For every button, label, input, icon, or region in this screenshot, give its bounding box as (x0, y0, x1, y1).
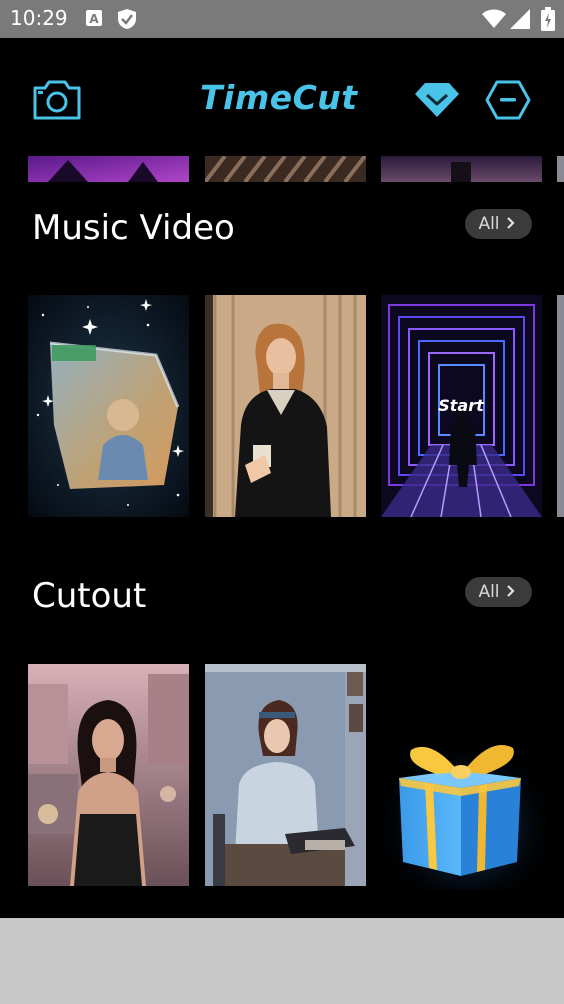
a-notification-icon: A (86, 10, 102, 30)
svg-text:A: A (89, 12, 99, 26)
wifi-icon (482, 9, 506, 33)
music-video-all-button[interactable]: All (465, 209, 532, 239)
previous-section-tile[interactable] (381, 156, 542, 182)
app-logo: TimeCut (200, 78, 358, 117)
cutout-all-button[interactable]: All (465, 577, 532, 607)
template-sparkle-photo-cube[interactable] (28, 295, 189, 517)
template-woman-city-street[interactable] (28, 664, 189, 886)
battery-icon (541, 7, 555, 35)
previous-section-tile[interactable] (28, 156, 189, 182)
tunnel-overlay-text: Start (438, 396, 485, 415)
chevron-right-icon (506, 215, 515, 234)
all-button-label: All (478, 582, 500, 602)
template-woman-black-coat[interactable] (205, 295, 366, 517)
section-title-music-video: Music Video (32, 208, 235, 248)
chevron-right-icon (506, 583, 515, 602)
template-neon-tunnel[interactable]: Start (381, 295, 542, 517)
settings-hexagon-icon[interactable] (485, 80, 531, 124)
template-woman-typewriter[interactable] (205, 664, 366, 886)
previous-section-tile[interactable] (203, 154, 367, 184)
diamond-icon[interactable] (414, 82, 460, 122)
shield-check-icon (117, 8, 137, 34)
system-nav-area (0, 918, 564, 1004)
signal-icon (510, 9, 530, 33)
app-header: TimeCut (0, 38, 564, 156)
status-bar: 10:29 A (0, 0, 564, 38)
app-screen: TimeCut Music Video All Start Cutout All (0, 38, 564, 918)
all-button-label: All (478, 214, 500, 234)
section-title-cutout: Cutout (32, 576, 147, 616)
status-time: 10:29 (10, 6, 68, 30)
gift-box-icon[interactable] (381, 730, 551, 890)
camera-icon[interactable] (33, 80, 81, 124)
previous-section-tile[interactable] (557, 156, 564, 182)
template-partial-next[interactable] (557, 295, 564, 517)
